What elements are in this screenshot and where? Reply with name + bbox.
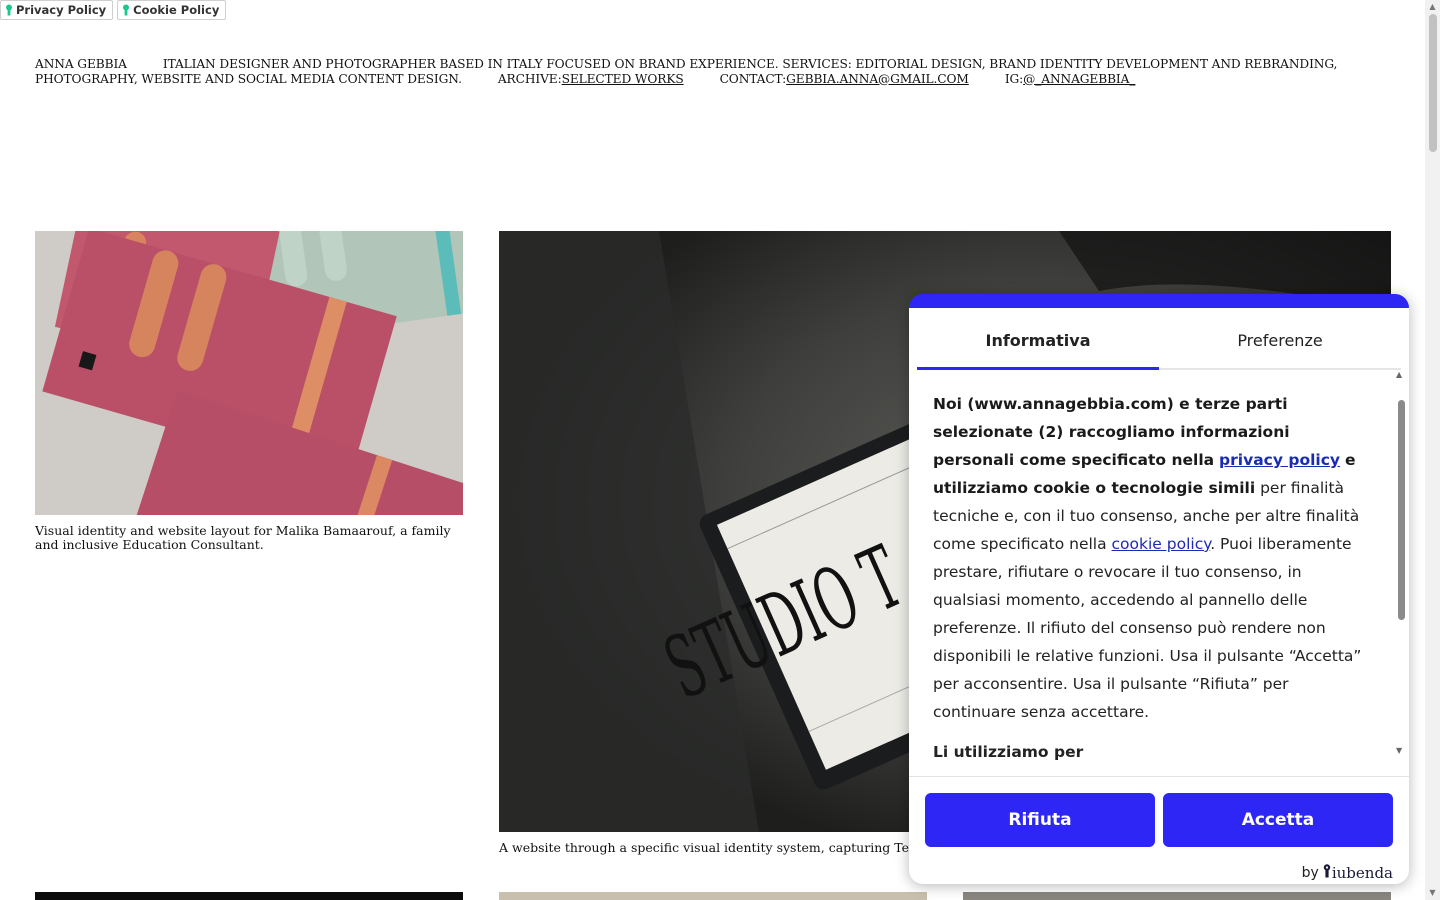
privacy-policy-label: Privacy Policy <box>16 3 107 17</box>
page-scrollbar-thumb[interactable] <box>1429 14 1437 152</box>
cookie-subheading: Li utilizziamo per <box>933 743 1084 761</box>
archive-label: ARCHIVE: <box>497 71 562 86</box>
iubenda-brand-name: iubenda <box>1331 864 1393 882</box>
instagram-label: IG: <box>1004 71 1024 86</box>
tab-preferenze[interactable]: Preferenze <box>1159 328 1401 368</box>
cookie-notice-paragraph: Noi (www.annagebbia.com) e terze parti s… <box>933 390 1373 726</box>
privacy-policy-inline-link[interactable]: privacy policy <box>1219 451 1340 469</box>
dialog-scroll-up-arrow[interactable]: ▲ <box>1396 370 1402 379</box>
instagram-link[interactable]: @_ANNAGEBBIA_ <box>1023 72 1135 86</box>
cookie-policy-label: Cookie Policy <box>133 3 220 17</box>
dialog-divider <box>909 776 1409 777</box>
cookie-policy-inline-link[interactable]: cookie policy <box>1112 535 1211 553</box>
accept-button[interactable]: Accetta <box>1163 793 1393 847</box>
cookie-consent-dialog: Informativa Preferenze Noi (www.annagebb… <box>909 294 1409 884</box>
privacy-policy-link[interactable]: Privacy Policy <box>0 0 114 20</box>
dialog-scrollbar-thumb[interactable] <box>1398 400 1405 620</box>
project-caption-malika: Visual identity and website layout for M… <box>35 523 451 552</box>
tab-informativa[interactable]: Informativa <box>917 328 1159 370</box>
iubenda-branding[interactable]: by iubenda <box>1302 864 1393 882</box>
cookie-tabs: Informativa Preferenze <box>917 328 1401 370</box>
scroll-up-arrow[interactable]: ▲ <box>1428 2 1437 11</box>
legal-badges: Privacy Policy Cookie Policy <box>0 0 227 20</box>
project-image-thumb[interactable] <box>499 892 927 900</box>
project-image-thumb[interactable] <box>35 892 463 900</box>
cookie-notice-text: Noi (www.annagebbia.com) e terze parti s… <box>933 390 1373 768</box>
site-header: ANNA GEBBIA ITALIAN DESIGNER AND PHOTOGRA… <box>35 57 1355 86</box>
keyhole-icon <box>5 4 13 16</box>
cookie-consent-text: . Puoi liberamente prestare, rifiutare o… <box>933 535 1362 721</box>
keyhole-icon <box>122 4 130 16</box>
dialog-scroll-down-arrow[interactable]: ▼ <box>1396 746 1402 755</box>
email-link[interactable]: GEBBIA.ANNA@GMAIL.COM <box>786 72 969 86</box>
project-image-thumb[interactable] <box>963 892 1391 900</box>
iubenda-logo: iubenda <box>1323 864 1393 882</box>
selected-works-link[interactable]: SELECTED WORKS <box>562 72 684 86</box>
cookie-policy-link[interactable]: Cookie Policy <box>117 0 227 20</box>
site-name: ANNA GEBBIA <box>35 57 127 71</box>
project-image-malika[interactable] <box>35 231 463 515</box>
reject-button[interactable]: Rifiuta <box>925 793 1155 847</box>
contact-label: CONTACT: <box>719 71 787 86</box>
by-label: by <box>1301 865 1319 881</box>
iubenda-icon <box>1323 864 1331 882</box>
scroll-down-arrow[interactable]: ▼ <box>1428 888 1437 897</box>
site-bio: ITALIAN DESIGNER AND PHOTOGRAPHER BASED … <box>35 57 1338 86</box>
